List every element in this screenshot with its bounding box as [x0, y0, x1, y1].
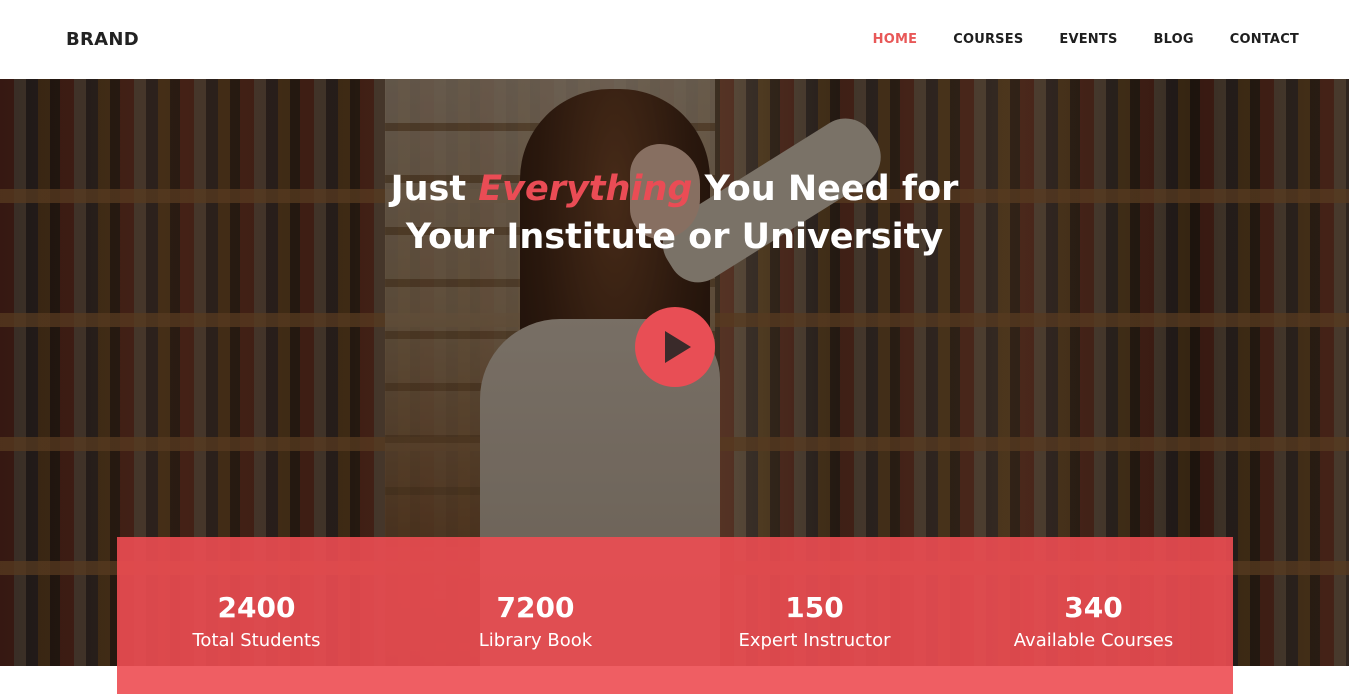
- play-video-button[interactable]: [635, 307, 715, 387]
- nav-events[interactable]: EVENTS: [1059, 32, 1117, 47]
- stat-item: 2400 Total Students: [117, 537, 396, 694]
- nav-blog[interactable]: BLOG: [1154, 32, 1194, 47]
- stat-label: Library Book: [478, 630, 593, 651]
- hero-title-part2: You Need for: [692, 169, 959, 209]
- page: BRAND HOME COURSES EVENTS BLOG CONTACT J…: [0, 0, 1349, 694]
- stat-item: 7200 Library Book: [396, 537, 675, 694]
- stat-item: 340 Available Courses: [954, 537, 1233, 694]
- nav-contact[interactable]: CONTACT: [1230, 32, 1299, 47]
- stat-item: 150 Expert Instructor: [675, 537, 954, 694]
- stat-number: 340: [1064, 591, 1123, 624]
- hero-title-accent: Everything: [478, 169, 693, 209]
- play-icon: [665, 331, 691, 363]
- hero-title-line2: Your Institute or University: [405, 217, 944, 257]
- brand-logo[interactable]: BRAND: [66, 29, 139, 50]
- main-nav: HOME COURSES EVENTS BLOG CONTACT: [837, 32, 1299, 47]
- stat-label: Available Courses: [1013, 630, 1174, 651]
- nav-home[interactable]: HOME: [873, 32, 918, 47]
- site-header: BRAND HOME COURSES EVENTS BLOG CONTACT: [0, 0, 1349, 79]
- stat-label: Total Students: [192, 630, 321, 651]
- stats-bar: 2400 Total Students 7200 Library Book 15…: [117, 537, 1233, 694]
- stat-number: 150: [785, 591, 844, 624]
- hero-title-part1: Just: [390, 169, 479, 209]
- hero-title: Just Everything You Need for Your Instit…: [0, 165, 1349, 261]
- nav-courses[interactable]: COURSES: [953, 32, 1023, 47]
- stat-number: 2400: [217, 591, 296, 624]
- stat-number: 7200: [496, 591, 575, 624]
- stat-label: Expert Instructor: [738, 630, 891, 651]
